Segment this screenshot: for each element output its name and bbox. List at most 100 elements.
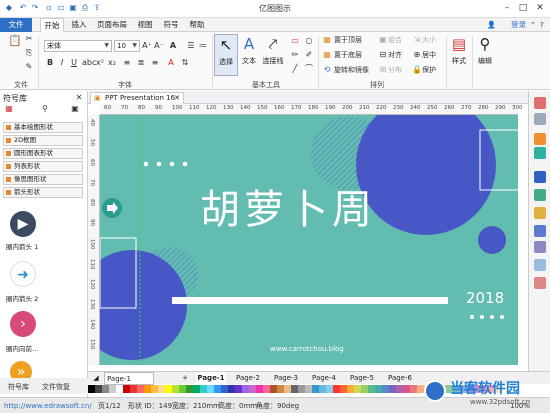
- palette-swatch[interactable]: [200, 385, 207, 393]
- shape-circle-arrow-2[interactable]: ➜: [10, 261, 36, 287]
- protect-button[interactable]: 保护: [422, 65, 436, 75]
- palette-swatch[interactable]: [270, 385, 277, 393]
- login-link[interactable]: 登录: [511, 18, 526, 32]
- tab-home[interactable]: 开始: [40, 18, 64, 32]
- palette-swatch[interactable]: [354, 385, 361, 393]
- palette-swatch[interactable]: [382, 385, 389, 393]
- palette-swatch[interactable]: [312, 385, 319, 393]
- palette-swatch[interactable]: [116, 385, 123, 393]
- palette-swatch[interactable]: [235, 385, 242, 393]
- library-menu-icon[interactable]: ▦: [3, 104, 15, 114]
- polyline-icon[interactable]: ⌒: [304, 64, 314, 74]
- library-item-arrow[interactable]: 箭头形状: [3, 187, 83, 198]
- page-icon[interactable]: [534, 189, 546, 201]
- palette-swatch[interactable]: [151, 385, 158, 393]
- theme-icon[interactable]: [534, 147, 546, 159]
- slide[interactable]: 胡萝卜周 2018 www.carrotchou.blog: [100, 115, 518, 365]
- library-search-icon[interactable]: ⚲: [40, 104, 50, 114]
- bullet-icon[interactable]: ≔: [198, 41, 208, 51]
- paste-icon[interactable]: 📋: [8, 35, 22, 46]
- group-button[interactable]: 组合: [388, 35, 402, 45]
- align-button[interactable]: 对齐: [388, 50, 402, 60]
- palette-swatch[interactable]: [347, 385, 354, 393]
- pencil-icon[interactable]: ✐: [304, 50, 314, 60]
- palette-swatch[interactable]: [179, 385, 186, 393]
- superscript-icon[interactable]: x²: [96, 58, 104, 68]
- attachment-icon[interactable]: [534, 259, 546, 271]
- rotate-mirror-button[interactable]: 旋转和镜像: [334, 65, 369, 75]
- align-center-icon[interactable]: ≣: [136, 58, 146, 68]
- library-item-basic[interactable]: 基本绘图形状: [3, 122, 83, 133]
- select-tool-button[interactable]: ↖ 选择: [214, 34, 238, 76]
- size-button[interactable]: 大小: [422, 35, 436, 45]
- palette-swatch[interactable]: [221, 385, 228, 393]
- subscript-icon[interactable]: x₂: [108, 58, 116, 68]
- palette-swatch[interactable]: [326, 385, 333, 393]
- palette-swatch[interactable]: [228, 385, 235, 393]
- layers-icon[interactable]: [534, 171, 546, 183]
- send-back-button[interactable]: 置于底层: [334, 50, 362, 60]
- tab-symbol-library[interactable]: 符号库: [8, 382, 29, 392]
- canvas[interactable]: 胡萝卜周 2018 www.carrotchou.blog: [100, 115, 518, 365]
- italic-icon[interactable]: I: [58, 58, 66, 68]
- tab-file[interactable]: 文件: [0, 18, 32, 32]
- palette-swatch[interactable]: [319, 385, 326, 393]
- rectangle-icon[interactable]: ▭: [290, 36, 300, 46]
- tab-file-recovery[interactable]: 文件恢复: [42, 382, 70, 392]
- connector-tool-button[interactable]: ⤤ 连接线: [260, 34, 286, 66]
- tab-symbol[interactable]: 符号: [160, 18, 182, 32]
- palette-swatch[interactable]: [403, 385, 410, 393]
- palette-swatch[interactable]: [137, 385, 144, 393]
- palette-swatch[interactable]: [144, 385, 151, 393]
- line-style-icon[interactable]: [534, 113, 546, 125]
- shape-circle-forward[interactable]: ›: [10, 311, 36, 337]
- palette-swatch[interactable]: [172, 385, 179, 393]
- lock-icon[interactable]: 🔒: [412, 65, 422, 75]
- palette-swatch[interactable]: [284, 385, 291, 393]
- shrink-font-icon[interactable]: A⁻: [154, 41, 164, 51]
- ellipse-icon[interactable]: ○: [304, 36, 314, 46]
- help-icon[interactable]: ?: [540, 20, 544, 30]
- palette-swatch[interactable]: [340, 385, 347, 393]
- palette-swatch[interactable]: [95, 385, 102, 393]
- palette-swatch[interactable]: [263, 385, 270, 393]
- font-name-select[interactable]: 宋体 ▼: [44, 40, 112, 52]
- font-color-icon[interactable]: A: [168, 41, 178, 51]
- close-button[interactable]: ✕: [533, 2, 547, 14]
- palette-swatch[interactable]: [102, 385, 109, 393]
- edit-button[interactable]: ⚲ 编辑: [474, 34, 496, 66]
- palette-swatch[interactable]: [130, 385, 137, 393]
- strikethrough-icon[interactable]: abc: [82, 58, 96, 68]
- palette-swatch[interactable]: [193, 385, 200, 393]
- rotate-icon[interactable]: ⟲: [322, 65, 332, 75]
- palette-swatch[interactable]: [291, 385, 298, 393]
- list-icon[interactable]: ☰: [186, 41, 196, 51]
- status-website-link[interactable]: http://www.edrawsoft.cn/: [4, 401, 92, 411]
- text-tool-button[interactable]: A 文本: [239, 34, 259, 66]
- palette-swatch[interactable]: [109, 385, 116, 393]
- palette-swatch[interactable]: [88, 385, 95, 393]
- library-item-list[interactable]: 列表形状: [3, 161, 83, 172]
- align-right-icon[interactable]: ≡: [150, 58, 160, 68]
- user-icon[interactable]: 👤: [487, 20, 496, 30]
- tab-help[interactable]: 帮助: [186, 18, 208, 32]
- send-back-icon[interactable]: ▦: [322, 50, 332, 60]
- tab-insert[interactable]: 插入: [68, 18, 90, 32]
- palette-swatch[interactable]: [158, 385, 165, 393]
- globe-icon[interactable]: [534, 225, 546, 237]
- library-item-2d-block[interactable]: 2D框图: [3, 135, 83, 146]
- copy-icon[interactable]: ⎘: [24, 48, 34, 58]
- center-button[interactable]: 居中: [422, 50, 436, 60]
- palette-swatch[interactable]: [298, 385, 305, 393]
- library-item-circular-chart[interactable]: 圆形图表形状: [3, 148, 83, 159]
- palette-swatch[interactable]: [361, 385, 368, 393]
- palette-swatch[interactable]: [277, 385, 284, 393]
- palette-swatch[interactable]: [333, 385, 340, 393]
- bring-front-button[interactable]: 置于顶层: [334, 35, 362, 45]
- bold-icon[interactable]: B: [46, 58, 54, 68]
- palette-swatch[interactable]: [242, 385, 249, 393]
- cut-icon[interactable]: ✂: [24, 34, 34, 44]
- font-size-select[interactable]: 10 ▼: [114, 40, 140, 52]
- fill-icon[interactable]: [534, 97, 546, 109]
- palette-swatch[interactable]: [410, 385, 417, 393]
